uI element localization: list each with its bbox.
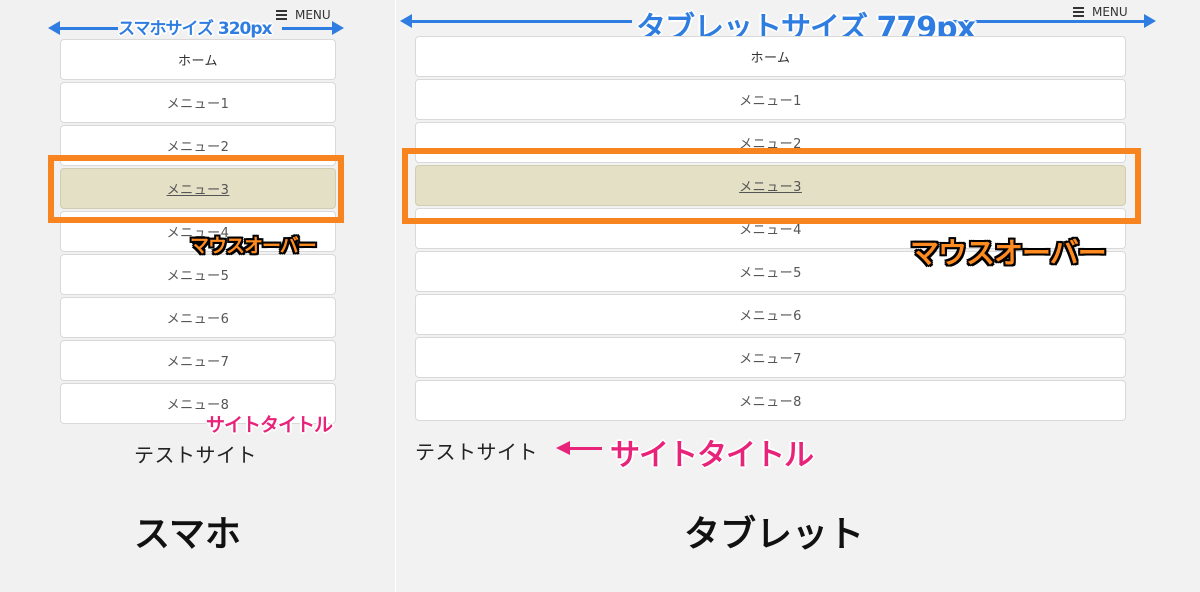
phone-menu-item-1[interactable]: メニュー1 — [60, 82, 336, 123]
phone-width-right-arrow-icon — [282, 21, 344, 35]
menu-item-label: メニュー6 — [166, 312, 230, 327]
phone-site-title-callout: サイトタイトル — [206, 414, 333, 436]
menu-item-label: メニュー5 — [739, 266, 802, 281]
hamburger-icon — [1073, 5, 1084, 19]
menu-item-label: ホーム — [750, 51, 791, 66]
phone-width-left-arrow-icon — [48, 21, 118, 35]
phone-device-label: スマホ — [134, 514, 241, 555]
menu-item-label: メニュー7 — [166, 355, 230, 370]
phone-hover-highlight-box — [48, 155, 344, 223]
hamburger-icon — [276, 8, 287, 22]
menu-item-label: ホーム — [177, 54, 219, 69]
tablet-device-label: タブレット — [684, 514, 865, 555]
tablet-menu-item-8[interactable]: メニュー8 — [415, 380, 1126, 421]
tablet-width-right-arrow-icon — [950, 14, 1156, 28]
tablet-hover-callout: マウスオーバー — [910, 236, 1107, 270]
menu-item-label: メニュー1 — [739, 94, 802, 109]
tablet-menu-toggle-label: MENU — [1092, 5, 1128, 19]
tablet-site-title-callout: サイトタイトル — [610, 438, 814, 473]
menu-item-label: メニュー8 — [739, 395, 802, 410]
phone-hover-callout: マウスオーバー — [190, 235, 317, 257]
phone-menu-item-5[interactable]: メニュー5 — [60, 254, 336, 295]
menu-item-label: メニュー5 — [166, 269, 230, 284]
tablet-width-left-arrow-icon — [400, 14, 632, 28]
menu-item-label: メニュー6 — [739, 309, 802, 324]
site-title-pointer-arrow-icon — [556, 441, 602, 455]
menu-item-label: メニュー7 — [739, 352, 802, 367]
phone-menu-item-6[interactable]: メニュー6 — [60, 297, 336, 338]
tablet-menu-item-7[interactable]: メニュー7 — [415, 337, 1126, 378]
phone-size-label: スマホサイズ 320px — [118, 19, 273, 39]
phone-menu-toggle-label: MENU — [295, 8, 331, 22]
tablet-site-title[interactable]: テストサイト — [415, 436, 538, 465]
tablet-menu-item-6[interactable]: メニュー6 — [415, 294, 1126, 335]
tablet-menu-toggle[interactable]: MENU — [1073, 5, 1128, 19]
phone-menu-toggle[interactable]: MENU — [276, 8, 331, 22]
phone-menu-item-7[interactable]: メニュー7 — [60, 340, 336, 381]
tablet-menu-item-1[interactable]: メニュー1 — [415, 79, 1126, 120]
tablet-hover-highlight-box — [402, 148, 1141, 224]
phone-menu-item-home[interactable]: ホーム — [60, 39, 336, 80]
menu-item-label: メニュー2 — [166, 140, 230, 155]
phone-site-title[interactable]: テストサイト — [134, 439, 257, 468]
menu-item-label: メニュー1 — [166, 97, 230, 112]
tablet-menu-item-home[interactable]: ホーム — [415, 36, 1126, 77]
